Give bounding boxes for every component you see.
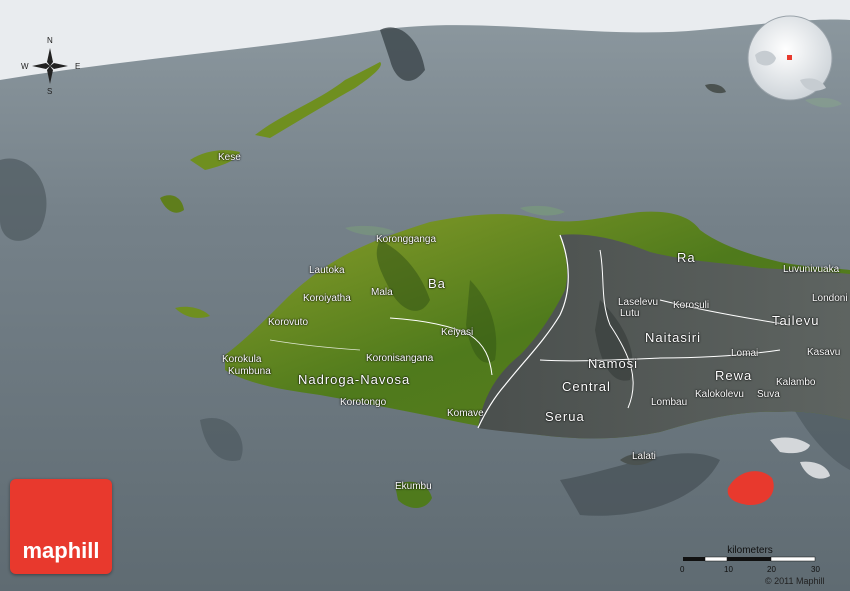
place-label: Suva: [757, 389, 780, 400]
place-label: Korokula: [222, 354, 262, 365]
province-label: Tailevu: [772, 313, 820, 328]
place-label: Ekumbu: [395, 481, 432, 492]
place-label: Lautoka: [309, 265, 345, 276]
place-label: Koronisangana: [366, 353, 434, 364]
place-label: Keiyasi: [441, 327, 474, 338]
place-label: Korotongo: [340, 397, 387, 408]
place-label: Mala: [371, 287, 393, 298]
compass-west: W: [21, 62, 29, 71]
province-label: Ba: [428, 276, 446, 291]
scale-title: kilometers: [727, 545, 773, 556]
place-label: Kese: [218, 152, 241, 163]
place-label: Lalati: [632, 451, 656, 462]
place-label: Koroiyatha: [303, 293, 351, 304]
province-label: Ra: [677, 250, 696, 265]
place-label: Lutu: [620, 308, 640, 319]
division-label: Central: [562, 379, 611, 394]
province-label: Rewa: [715, 368, 753, 383]
scale-tick: 30: [811, 565, 820, 574]
logo-text: maphill: [22, 538, 100, 563]
place-label: Komave: [447, 408, 484, 419]
place-label: Kalokolevu: [695, 389, 744, 400]
place-label: Korongganga: [376, 234, 437, 245]
place-label: Laselevu: [618, 297, 659, 308]
globe-marker: [787, 55, 792, 60]
province-label: Naitasiri: [645, 330, 701, 345]
place-label: Lomai: [731, 348, 759, 359]
province-label: Serua: [545, 409, 585, 424]
place-label: Korosuli: [673, 300, 710, 311]
compass-south: S: [47, 87, 53, 96]
scale-bar: [683, 556, 816, 562]
place-label: Kumbuna: [228, 366, 271, 377]
copyright-text: © 2011 Maphill: [765, 576, 825, 586]
maphill-logo[interactable]: maphill: [10, 479, 112, 574]
province-label: Namosi: [588, 356, 639, 371]
scale-tick: 20: [767, 565, 776, 574]
scale-tick: 10: [724, 565, 733, 574]
place-label: Lombau: [651, 397, 688, 408]
scale-tick: 0: [680, 565, 685, 574]
compass-north: N: [47, 36, 53, 45]
scale-segment: [704, 556, 728, 562]
place-label: Korovuto: [268, 317, 309, 328]
place-label: Kalambo: [776, 377, 816, 388]
map-canvas: [0, 0, 850, 591]
scale-segment: [727, 557, 771, 561]
place-label: Kasavu: [807, 347, 841, 358]
scale-segment: [770, 556, 816, 562]
place-label: Luvunivuaka: [783, 264, 840, 275]
compass-east: E: [75, 62, 81, 71]
scale-segment: [683, 557, 705, 561]
province-label: Nadroga-Navosa: [298, 372, 411, 387]
place-label: Londoni: [812, 293, 848, 304]
